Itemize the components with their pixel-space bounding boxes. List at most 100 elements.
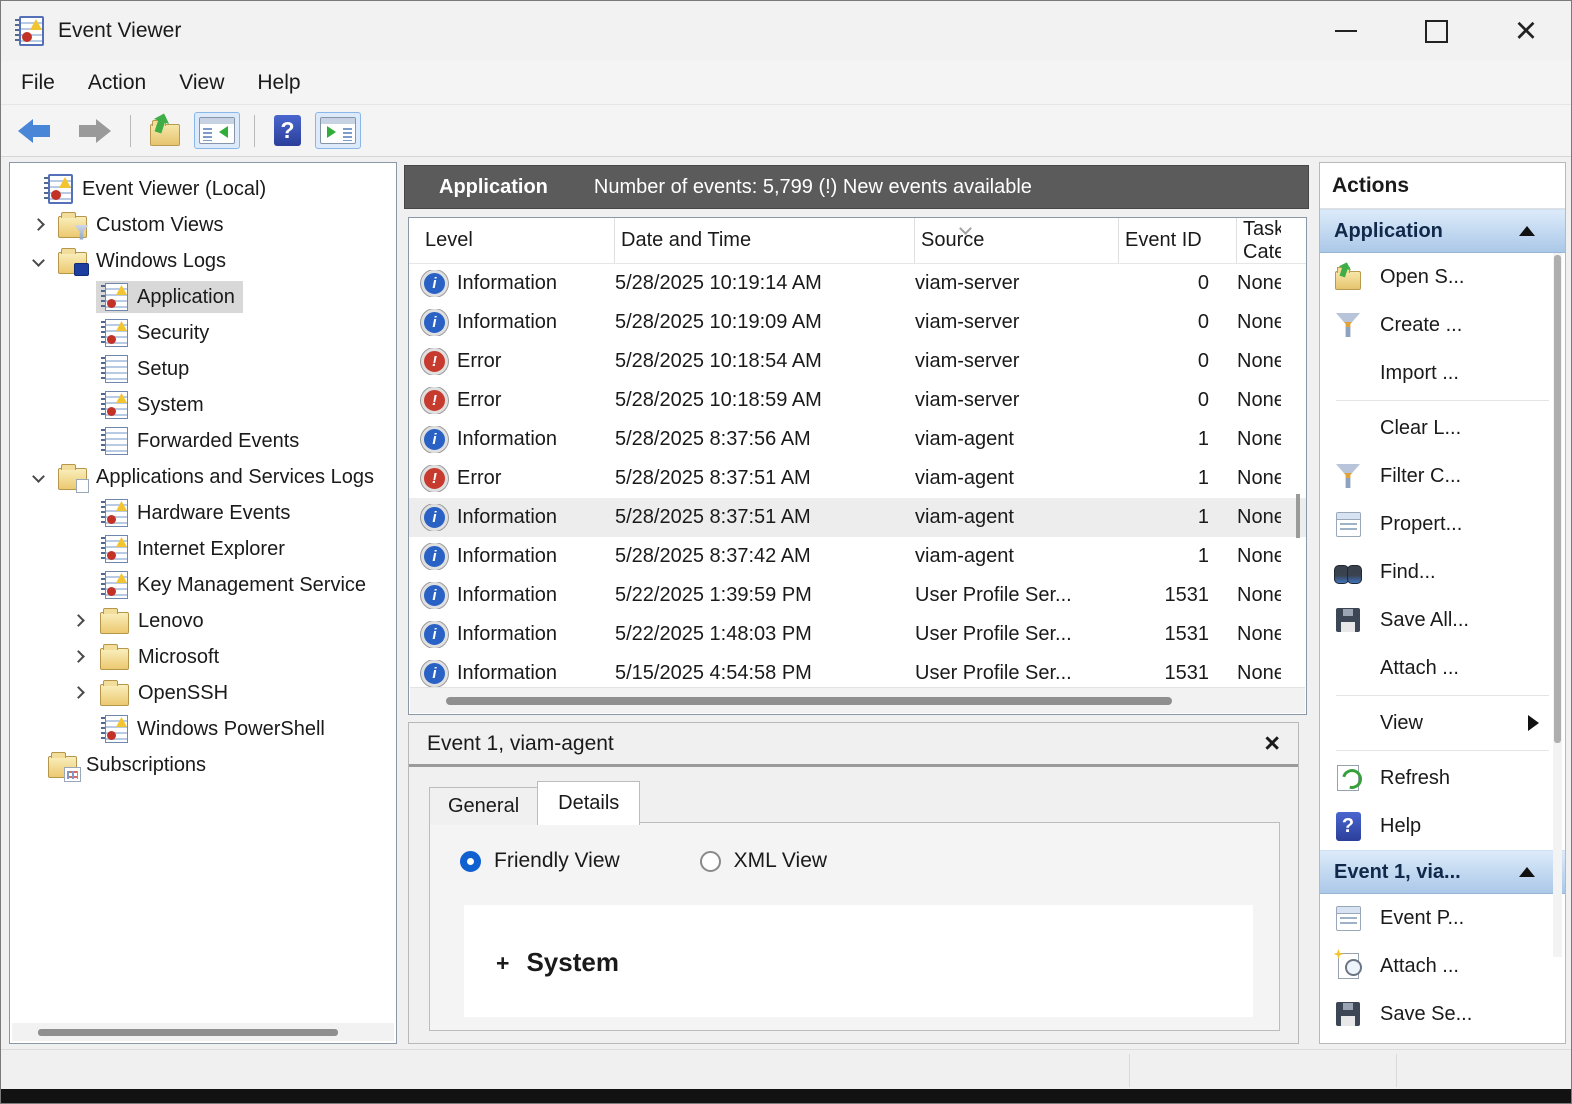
event-row[interactable]: Information 5/22/2025 1:48:03 PM User Pr… xyxy=(409,615,1306,654)
tree-item-subscriptions[interactable]: Subscriptions xyxy=(10,747,396,783)
expand-plus-icon[interactable]: + xyxy=(496,950,509,976)
tree-item-security[interactable]: Security xyxy=(10,315,396,351)
vertical-scrollbar-thumb[interactable] xyxy=(1296,494,1300,538)
tab-general[interactable]: General xyxy=(429,787,538,825)
console-tree-panel: Event Viewer (Local) Custom Views Window… xyxy=(9,162,397,1044)
column-header-task-category[interactable]: Task Category xyxy=(1237,218,1281,263)
filter-icon xyxy=(1336,313,1360,337)
event-row[interactable]: Error 5/28/2025 10:18:59 AM viam-server … xyxy=(409,381,1306,420)
collapse-chevron-icon[interactable] xyxy=(32,254,45,267)
action-create-custom-view[interactable]: Create ... xyxy=(1320,301,1565,349)
xml-view-radio[interactable] xyxy=(700,851,721,872)
event-row-selected[interactable]: Information 5/28/2025 8:37:51 AM viam-ag… xyxy=(409,498,1306,537)
tree-item-forwarded-events[interactable]: Forwarded Events xyxy=(10,423,396,459)
maximize-button[interactable] xyxy=(1391,1,1481,61)
system-node[interactable]: +System xyxy=(464,905,1253,978)
tree-item-setup[interactable]: Setup xyxy=(10,351,396,387)
tree-item-event-viewer-local[interactable]: Event Viewer (Local) xyxy=(10,171,396,207)
friendly-view-radio[interactable] xyxy=(460,851,481,872)
menu-view[interactable]: View xyxy=(179,71,224,95)
scrollbar-thumb[interactable] xyxy=(38,1029,338,1036)
console-tree-icon xyxy=(199,117,235,144)
tree-item-windows-logs[interactable]: Windows Logs xyxy=(10,243,396,279)
menu-action[interactable]: Action xyxy=(88,71,146,95)
tree-item-apps-and-services-logs[interactable]: Applications and Services Logs xyxy=(10,459,396,495)
actions-pane: Actions Application Open S... Create ...… xyxy=(1319,162,1566,1044)
tree-item-openssh[interactable]: OpenSSH xyxy=(10,675,396,711)
close-button[interactable] xyxy=(1481,1,1571,61)
tree-item-lenovo[interactable]: Lenovo xyxy=(10,603,396,639)
expand-chevron-icon[interactable] xyxy=(32,218,45,231)
column-header-date-time[interactable]: Date and Time xyxy=(615,218,915,263)
log-icon xyxy=(105,283,128,311)
folder-icon xyxy=(100,612,129,634)
column-header-source[interactable]: Source xyxy=(915,218,1119,263)
event-row[interactable]: Information 5/22/2025 1:39:59 PM User Pr… xyxy=(409,576,1306,615)
close-details-icon[interactable] xyxy=(1264,730,1280,757)
action-save-all-events[interactable]: Save All... xyxy=(1320,596,1565,644)
event-row[interactable]: Information 5/28/2025 10:19:14 AM viam-s… xyxy=(409,264,1306,303)
scrollbar-thumb[interactable] xyxy=(1554,255,1561,743)
minimize-button[interactable] xyxy=(1301,1,1391,61)
information-icon xyxy=(421,504,448,531)
information-icon xyxy=(421,270,448,297)
action-clear-log[interactable]: Clear L... xyxy=(1320,404,1565,452)
action-open-saved-log[interactable]: Open S... xyxy=(1320,253,1565,301)
menu-file[interactable]: File xyxy=(21,71,55,95)
action-attach-task[interactable]: Attach ... xyxy=(1320,644,1565,692)
tab-details[interactable]: Details xyxy=(537,781,640,825)
tree-horizontal-scrollbar[interactable] xyxy=(12,1023,394,1041)
action-event-properties[interactable]: Event P... xyxy=(1320,894,1565,942)
scrollbar-thumb[interactable] xyxy=(446,697,1172,705)
tree-item-key-management-service[interactable]: Key Management Service xyxy=(10,567,396,603)
action-view-submenu[interactable]: View xyxy=(1320,699,1565,747)
collapse-triangle-icon xyxy=(1519,226,1535,236)
tree-item-internet-explorer[interactable]: Internet Explorer xyxy=(10,531,396,567)
action-help[interactable]: Help xyxy=(1320,802,1565,850)
details-header: Event 1, viam-agent xyxy=(409,723,1298,767)
action-refresh[interactable]: Refresh xyxy=(1320,754,1565,802)
menu-help[interactable]: Help xyxy=(257,71,300,95)
expand-chevron-icon[interactable] xyxy=(72,686,85,699)
information-icon xyxy=(421,426,448,453)
log-summary: Number of events: 5,799 (!) New events a… xyxy=(594,176,1032,199)
event-row[interactable]: Information 5/28/2025 10:19:09 AM viam-s… xyxy=(409,303,1306,342)
event-row[interactable]: Error 5/28/2025 8:37:51 AM viam-agent 1 … xyxy=(409,459,1306,498)
tree-item-application[interactable]: Application xyxy=(10,279,396,315)
save-icon xyxy=(1336,1002,1360,1026)
collapse-chevron-icon[interactable] xyxy=(32,470,45,483)
action-properties[interactable]: Propert... xyxy=(1320,500,1565,548)
export-log-button[interactable] xyxy=(145,111,185,151)
actions-title: Actions xyxy=(1320,163,1565,209)
tree-item-windows-powershell[interactable]: Windows PowerShell xyxy=(10,711,396,747)
actions-vertical-scrollbar[interactable] xyxy=(1553,253,1562,957)
tree-item-system[interactable]: System xyxy=(10,387,396,423)
forward-arrow-icon xyxy=(74,119,111,143)
action-find[interactable]: Find... xyxy=(1320,548,1565,596)
event-row[interactable]: Error 5/28/2025 10:18:54 AM viam-server … xyxy=(409,342,1306,381)
forward-button[interactable] xyxy=(69,114,116,148)
event-row[interactable]: Information 5/28/2025 8:37:42 AM viam-ag… xyxy=(409,537,1306,576)
action-filter-current-log[interactable]: Filter C... xyxy=(1320,452,1565,500)
action-save-selected-events[interactable]: Save Se... xyxy=(1320,990,1565,1038)
properties-icon xyxy=(1336,906,1361,931)
actions-divider xyxy=(1336,750,1549,751)
action-attach-task-to-event[interactable]: Attach ... xyxy=(1320,942,1565,990)
expand-chevron-icon[interactable] xyxy=(72,614,85,627)
action-import-custom-view[interactable]: Import ... xyxy=(1320,349,1565,397)
tree-item-microsoft[interactable]: Microsoft xyxy=(10,639,396,675)
event-list-horizontal-scrollbar[interactable] xyxy=(410,687,1305,713)
column-header-level[interactable]: Level xyxy=(419,218,615,263)
tree-item-hardware-events[interactable]: Hardware Events xyxy=(10,495,396,531)
column-header-event-id[interactable]: Event ID xyxy=(1119,218,1237,263)
help-button[interactable] xyxy=(269,110,306,151)
expand-chevron-icon[interactable] xyxy=(72,650,85,663)
back-button[interactable] xyxy=(13,114,60,148)
event-row[interactable]: Information 5/28/2025 8:37:56 AM viam-ag… xyxy=(409,420,1306,459)
actions-section-event[interactable]: Event 1, via... xyxy=(1320,850,1565,894)
event-rows: Information 5/28/2025 10:19:14 AM viam-s… xyxy=(409,264,1306,693)
actions-section-application[interactable]: Application xyxy=(1320,209,1565,253)
show-hide-action-pane-button[interactable] xyxy=(315,112,361,149)
tree-item-custom-views[interactable]: Custom Views xyxy=(10,207,396,243)
show-hide-console-tree-button[interactable] xyxy=(194,112,240,149)
